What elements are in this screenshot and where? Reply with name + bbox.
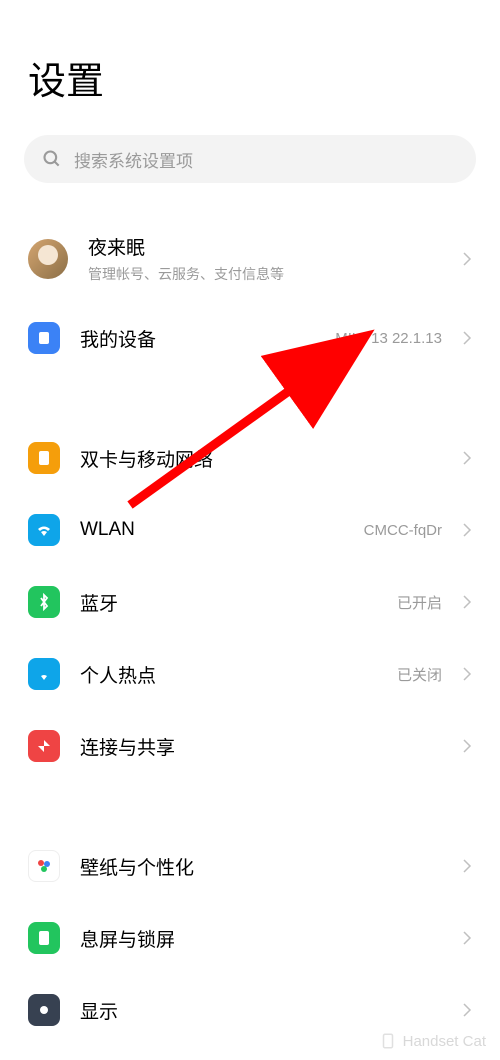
sim-item[interactable]: 双卡与移动网络 xyxy=(0,422,500,494)
account-subtitle: 管理帐号、云服务、支付信息等 xyxy=(88,264,442,284)
search-icon xyxy=(42,149,62,169)
bluetooth-icon xyxy=(28,586,60,618)
item-label: 连接与共享 xyxy=(80,733,442,760)
chevron-right-icon xyxy=(462,666,472,682)
account-item[interactable]: 夜来眠 管理帐号、云服务、支付信息等 xyxy=(0,215,500,302)
share-icon xyxy=(28,730,60,762)
lockscreen-icon xyxy=(28,922,60,954)
avatar xyxy=(28,239,68,279)
my-device-item[interactable]: 我的设备 MIUI 13 22.1.13 xyxy=(0,302,500,374)
item-value: 已关闭 xyxy=(397,664,442,685)
watermark: Handset Cat xyxy=(379,1032,486,1050)
chevron-right-icon xyxy=(462,930,472,946)
chevron-right-icon xyxy=(462,450,472,466)
page-title: 设置 xyxy=(0,0,500,125)
hotspot-item[interactable]: 个人热点 已关闭 xyxy=(0,638,500,710)
chevron-right-icon xyxy=(462,858,472,874)
item-label: 息屏与锁屏 xyxy=(80,925,442,952)
account-name: 夜来眠 xyxy=(88,233,442,260)
item-value: CMCC-fqDr xyxy=(364,522,442,539)
item-label: 蓝牙 xyxy=(80,589,377,616)
chevron-right-icon xyxy=(462,522,472,538)
item-label: 壁纸与个性化 xyxy=(80,853,442,880)
item-label: 显示 xyxy=(80,997,442,1024)
item-value: 已开启 xyxy=(397,592,442,613)
chevron-right-icon xyxy=(462,1002,472,1018)
wallpaper-icon xyxy=(28,850,60,882)
sim-icon xyxy=(28,442,60,474)
item-label: 个人热点 xyxy=(80,661,377,688)
wallpaper-item[interactable]: 壁纸与个性化 xyxy=(0,830,500,902)
item-label: WLAN xyxy=(80,519,344,541)
share-item[interactable]: 连接与共享 xyxy=(0,710,500,782)
item-label: 双卡与移动网络 xyxy=(80,445,442,472)
item-value: MIUI 13 22.1.13 xyxy=(335,330,442,347)
lockscreen-item[interactable]: 息屏与锁屏 xyxy=(0,902,500,974)
wifi-icon xyxy=(28,514,60,546)
wlan-item[interactable]: WLAN CMCC-fqDr xyxy=(0,494,500,566)
chevron-right-icon xyxy=(462,738,472,754)
device-icon xyxy=(28,322,60,354)
chevron-right-icon xyxy=(462,594,472,610)
item-label: 我的设备 xyxy=(80,325,315,352)
search-placeholder: 搜索系统设置项 xyxy=(74,147,193,172)
chevron-right-icon xyxy=(462,251,472,267)
bluetooth-item[interactable]: 蓝牙 已开启 xyxy=(0,566,500,638)
chevron-right-icon xyxy=(462,330,472,346)
search-box[interactable]: 搜索系统设置项 xyxy=(24,135,476,183)
display-icon xyxy=(28,994,60,1026)
hotspot-icon xyxy=(28,658,60,690)
